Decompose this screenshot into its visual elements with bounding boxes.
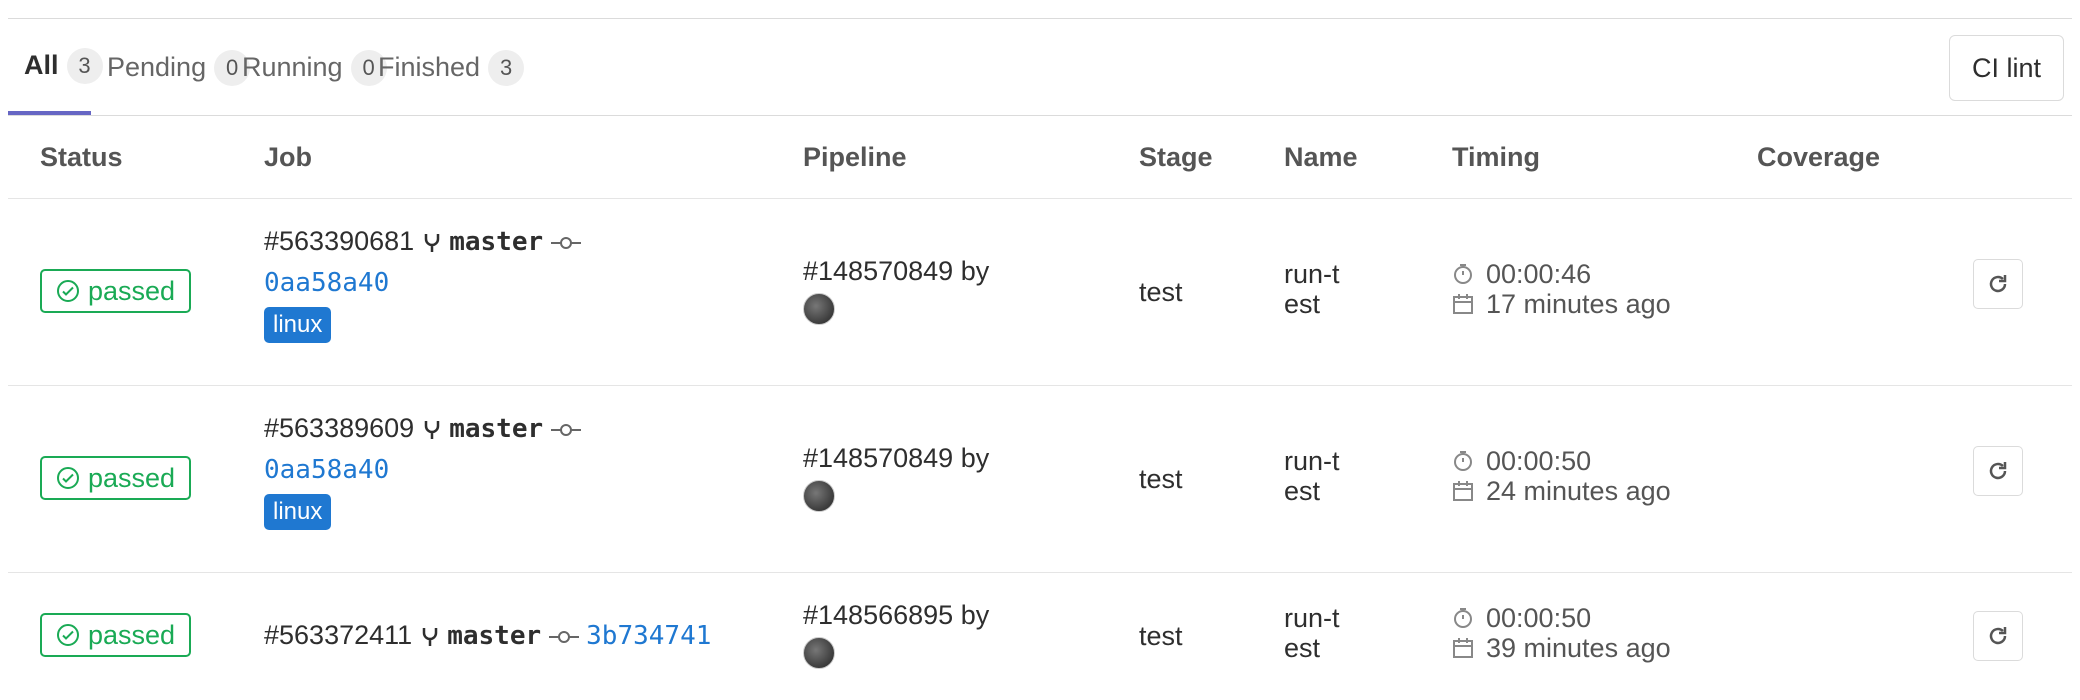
job-id-link[interactable]: #563390681 bbox=[264, 226, 414, 256]
stage-label: test bbox=[1139, 464, 1183, 494]
retry-icon bbox=[1989, 275, 2007, 293]
pipeline-by-label: by bbox=[960, 256, 990, 286]
tag-badge: linux bbox=[264, 494, 332, 530]
fork-icon bbox=[424, 233, 439, 252]
column-pipeline: Pipeline bbox=[803, 142, 907, 172]
pipeline-link[interactable]: #148570849 bbox=[803, 443, 953, 473]
tab-label: All bbox=[24, 50, 59, 80]
status-label: passed bbox=[88, 619, 176, 650]
commit-icon bbox=[550, 236, 581, 249]
branch-link[interactable]: master bbox=[449, 227, 543, 257]
tab-label: Finished bbox=[378, 52, 481, 82]
job-finished-time: 39 minutes ago bbox=[1486, 633, 1671, 663]
commit-sha-link[interactable]: 0aa58a40 bbox=[264, 268, 389, 298]
stopwatch-icon bbox=[1454, 608, 1472, 628]
column-job: Job bbox=[264, 142, 313, 172]
tab-all[interactable]: All 3 bbox=[8, 20, 103, 115]
scope-tabs: All 3 Pending 0 Running 0 Finished 3 CI … bbox=[8, 20, 2072, 116]
job-duration: 00:00:50 bbox=[1486, 603, 1592, 633]
table-header: Status Job Pipeline Stage Name Timing Co… bbox=[8, 116, 2072, 199]
top-divider bbox=[8, 18, 2072, 19]
pipeline-by-label: by bbox=[960, 443, 990, 473]
status-badge[interactable]: passed bbox=[40, 613, 192, 657]
pipeline-link[interactable]: #148566895 bbox=[803, 600, 953, 630]
table-row: passed #563389609 master 0aa58a40 linux … bbox=[8, 386, 2072, 573]
check-circle-icon bbox=[57, 467, 79, 489]
calendar-icon bbox=[1453, 294, 1473, 314]
branch-link[interactable]: master bbox=[449, 414, 543, 444]
jobs-page: All 3 Pending 0 Running 0 Finished 3 CI … bbox=[0, 0, 2080, 700]
commit-icon bbox=[550, 423, 581, 436]
fork-icon bbox=[422, 627, 437, 646]
commit-sha-link[interactable]: 0aa58a40 bbox=[264, 455, 389, 485]
commit-icon bbox=[548, 630, 579, 643]
table-row: passed #563390681 master 0aa58a40 linux … bbox=[8, 199, 2072, 386]
ci-lint-button[interactable]: CI lint bbox=[1948, 35, 2064, 101]
tag-badge: linux bbox=[264, 307, 332, 343]
stopwatch-icon bbox=[1454, 264, 1472, 284]
job-name: run-test bbox=[1284, 259, 1340, 319]
stage-label: test bbox=[1139, 621, 1183, 651]
job-id-link[interactable]: #563389609 bbox=[264, 413, 414, 443]
branch-link[interactable]: master bbox=[447, 621, 541, 651]
retry-icon bbox=[1989, 462, 2007, 480]
check-circle-icon bbox=[57, 280, 79, 302]
job-finished-time: 17 minutes ago bbox=[1486, 289, 1671, 319]
stage-label: test bbox=[1139, 277, 1183, 307]
status-label: passed bbox=[88, 275, 176, 306]
avatar[interactable] bbox=[803, 293, 835, 325]
pipeline-by-label: by bbox=[960, 600, 990, 630]
retry-button[interactable] bbox=[1973, 611, 2023, 661]
avatar[interactable] bbox=[803, 480, 835, 512]
fork-icon bbox=[424, 420, 439, 439]
retry-button[interactable] bbox=[1973, 446, 2023, 496]
tab-label: Pending bbox=[107, 52, 207, 82]
retry-button[interactable] bbox=[1973, 259, 2023, 309]
check-circle-icon bbox=[57, 624, 79, 646]
pipeline-link[interactable]: #148570849 bbox=[803, 256, 953, 286]
column-stage: Stage bbox=[1139, 142, 1213, 172]
job-duration: 00:00:50 bbox=[1486, 446, 1592, 476]
commit-sha-link[interactable]: 3b734741 bbox=[586, 621, 711, 651]
status-label: passed bbox=[88, 462, 176, 493]
stopwatch-icon bbox=[1454, 451, 1472, 471]
tab-count: 3 bbox=[488, 49, 525, 86]
column-status: Status bbox=[40, 142, 123, 172]
calendar-icon bbox=[1453, 638, 1473, 658]
job-name: run-test bbox=[1284, 603, 1340, 663]
table-row: passed #563372411 master 3b734741 #14856… bbox=[8, 573, 2072, 700]
column-timing: Timing bbox=[1452, 142, 1541, 172]
column-coverage: Coverage bbox=[1757, 142, 1881, 172]
tab-finished[interactable]: Finished 3 bbox=[362, 20, 540, 115]
column-name: Name bbox=[1284, 142, 1358, 172]
calendar-icon bbox=[1453, 481, 1473, 501]
job-name: run-test bbox=[1284, 446, 1340, 506]
job-id-link[interactable]: #563372411 bbox=[264, 620, 412, 650]
job-finished-time: 24 minutes ago bbox=[1486, 476, 1671, 506]
status-badge[interactable]: passed bbox=[40, 269, 192, 313]
tab-label: Running bbox=[242, 52, 343, 82]
status-badge[interactable]: passed bbox=[40, 456, 192, 500]
avatar[interactable] bbox=[803, 637, 835, 669]
job-duration: 00:00:46 bbox=[1486, 259, 1592, 289]
retry-icon bbox=[1989, 627, 2007, 645]
